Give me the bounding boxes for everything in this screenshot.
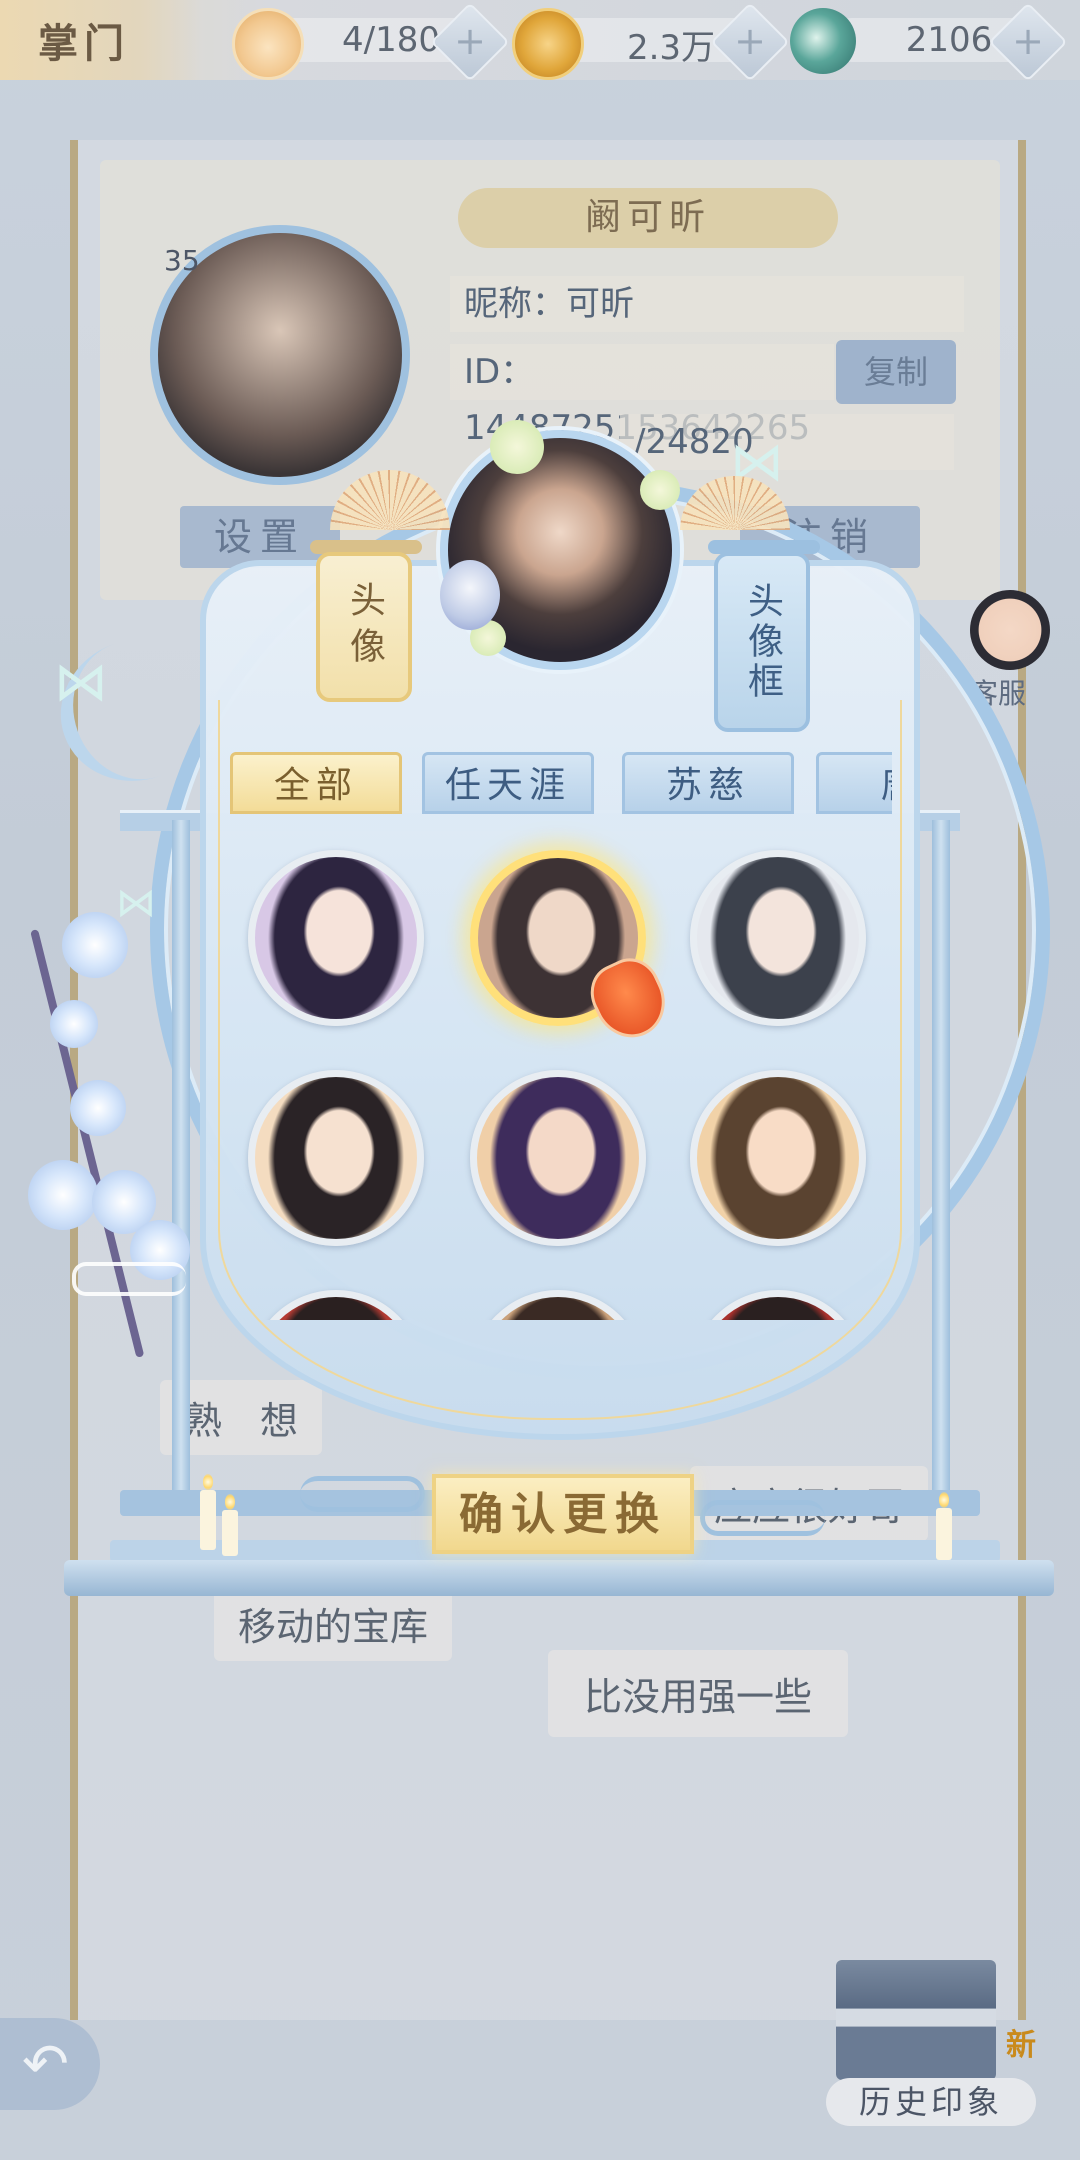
frame-pillar bbox=[172, 820, 190, 1500]
cloud-ornament-icon bbox=[300, 1476, 425, 1512]
profile-name: 阚可昕 bbox=[458, 188, 838, 248]
character-filter-tabs: 全部 任天涯 苏慈 唐 bbox=[230, 752, 892, 814]
avatar-option[interactable] bbox=[690, 850, 866, 1026]
avatar-option[interactable] bbox=[248, 1290, 424, 1320]
avatar-option[interactable] bbox=[248, 1070, 424, 1246]
page-title: 掌门 bbox=[0, 0, 200, 80]
add-jade-button[interactable]: + bbox=[988, 2, 1068, 82]
tab-all[interactable]: 全部 bbox=[230, 752, 402, 814]
cloud-ornament-icon bbox=[700, 1500, 825, 1536]
resource-bar: 掌门 4/180 + 2.3万 + 2106 + bbox=[0, 0, 1080, 82]
confirm-change-button[interactable]: 确认更换 bbox=[432, 1474, 694, 1554]
add-gold-button[interactable]: + bbox=[710, 2, 790, 82]
flower-decoration-icon bbox=[640, 470, 680, 510]
avatar-option[interactable] bbox=[470, 1290, 646, 1320]
settings-button[interactable]: 设置 bbox=[180, 506, 340, 568]
mascot-icon bbox=[440, 560, 500, 630]
profile-level: 35 bbox=[164, 244, 200, 277]
profile-nickname: 昵称：可昕 bbox=[450, 276, 964, 332]
butterfly-icon: ⋈ bbox=[54, 650, 108, 713]
impression-tag: 移动的宝库 bbox=[214, 1586, 453, 1661]
candle-icon bbox=[936, 1492, 952, 1560]
butterfly-icon: ⋈ bbox=[116, 880, 156, 926]
avatar-option[interactable] bbox=[248, 850, 424, 1026]
jade-resource: 2106 + bbox=[790, 2, 1070, 82]
books-icon bbox=[836, 1960, 996, 2080]
avatar-frame-type-tab[interactable]: 头像框 bbox=[714, 552, 810, 732]
service-avatar-icon bbox=[970, 590, 1050, 670]
back-arrow-icon: ↶ bbox=[22, 2032, 69, 2097]
stand-base bbox=[64, 1560, 1054, 1596]
tab-su-ci[interactable]: 苏慈 bbox=[622, 752, 794, 814]
gold-coin-icon bbox=[512, 8, 584, 80]
avatar-type-tab[interactable]: 头像 bbox=[316, 552, 412, 702]
avatar-option[interactable] bbox=[690, 1070, 866, 1246]
candle-icon bbox=[222, 1494, 238, 1556]
avatar-option[interactable] bbox=[690, 1290, 866, 1320]
copy-id-button[interactable]: 复制 bbox=[836, 340, 956, 404]
add-stamina-button[interactable]: + bbox=[430, 2, 510, 82]
profile-exp: /24820 bbox=[620, 414, 954, 470]
blossom-icon bbox=[28, 1160, 98, 1230]
new-badge: 新 bbox=[1006, 2028, 1036, 2063]
tab-ren-tianya[interactable]: 任天涯 bbox=[422, 752, 594, 814]
frame-pillar bbox=[932, 820, 950, 1500]
blossom-icon bbox=[70, 1080, 126, 1136]
avatar-grid bbox=[220, 820, 900, 1320]
blossom-icon bbox=[50, 1000, 98, 1048]
cloud-swirl-icon bbox=[72, 1262, 186, 1296]
cat-face-icon bbox=[232, 8, 304, 80]
avatar-option[interactable] bbox=[470, 1070, 646, 1246]
flower-decoration-icon bbox=[490, 420, 544, 474]
gold-resource: 2.3万 + bbox=[512, 2, 790, 82]
candle-icon bbox=[200, 1474, 216, 1550]
back-button[interactable]: ↶ bbox=[0, 2018, 100, 2110]
jade-dragon-icon bbox=[790, 8, 856, 74]
impression-tag: 比没用强一些 bbox=[548, 1650, 849, 1737]
history-impression-button[interactable]: 新 历史印象 bbox=[826, 1920, 1056, 2130]
tab-tang[interactable]: 唐 bbox=[816, 752, 892, 814]
profile-id: ID：1448725153642265​13 bbox=[450, 344, 834, 504]
stamina-resource: 4/180 + bbox=[232, 2, 510, 82]
